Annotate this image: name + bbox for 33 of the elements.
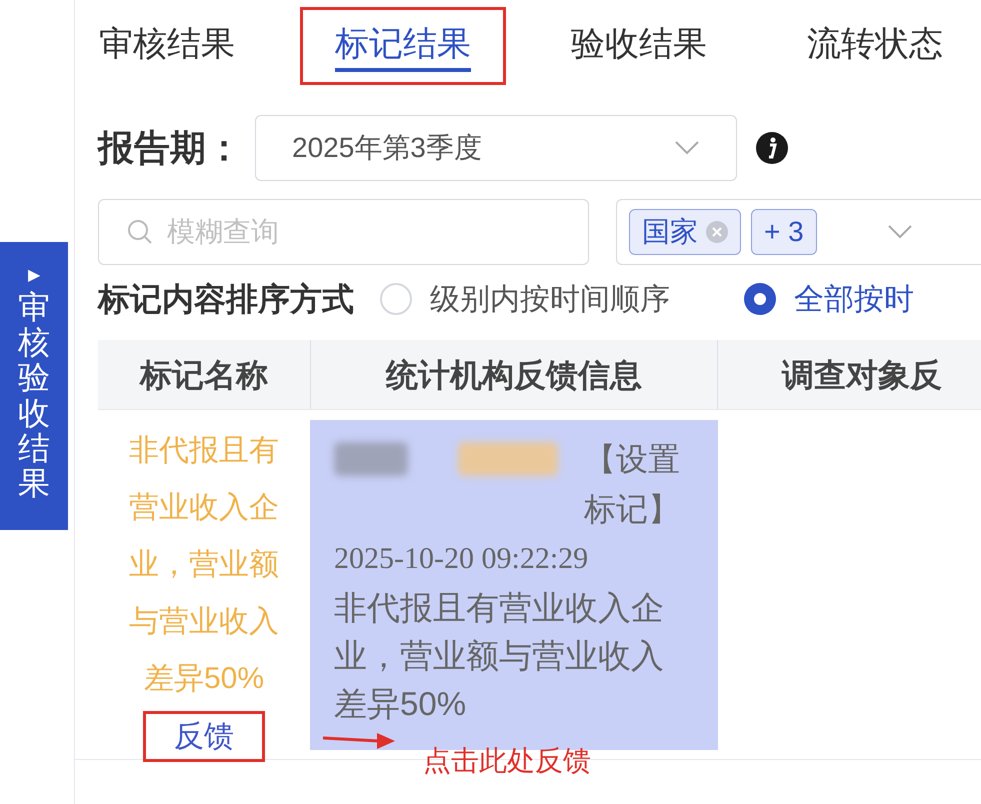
search-input[interactable]: 模糊查询 xyxy=(167,211,560,253)
column-header: 标记名称 xyxy=(140,356,268,394)
period-select[interactable]: 2025年第3季度 xyxy=(255,115,737,181)
search-icon xyxy=(127,219,153,245)
chevron-icon xyxy=(886,224,913,240)
arrow-annotation xyxy=(323,730,395,750)
side-tab-label: 审核验收结果 xyxy=(18,290,50,502)
more-count[interactable]: + 3 xyxy=(751,209,817,255)
side-tab[interactable]: ▶ 审核验收结果 xyxy=(0,242,68,530)
tab[interactable]: 验收结果 xyxy=(536,7,742,85)
feedback-link[interactable]: 反馈 xyxy=(143,711,265,762)
sort-option[interactable]: 级别内按时间顺序 xyxy=(380,276,670,322)
report-period-label: 报告期： xyxy=(98,126,243,170)
tab[interactable]: 流转状态 xyxy=(772,7,978,85)
tab[interactable]: 审核结果 xyxy=(75,7,270,85)
chevron-icon xyxy=(674,140,700,156)
expand-arrow: ▶ xyxy=(28,266,40,286)
callout-text: 点击此处反馈 xyxy=(423,744,591,778)
sort-option[interactable]: 全部按时 xyxy=(744,276,914,322)
operation-text: 【设置标记】 xyxy=(584,440,681,529)
column-header: 调查对象反 xyxy=(782,356,942,394)
info-icon[interactable] xyxy=(755,131,789,165)
mark-name: 非代报且有营业收入企业，营业额与营业收入差异50% xyxy=(128,433,280,697)
sort-label: 标记内容排序方式 xyxy=(98,280,354,319)
filter-tag[interactable]: 国家 xyxy=(629,209,741,255)
radio-button[interactable] xyxy=(380,283,412,315)
feedback-message: 非代报且有营业收入企业，营业额与营业收入差异50% xyxy=(334,588,665,724)
radio-button[interactable] xyxy=(744,283,776,315)
search-field[interactable]: 模糊查询 xyxy=(98,199,589,265)
feedback-time: 2025-10-20 09:22:29 xyxy=(334,541,590,577)
tab[interactable]: 标记结果 xyxy=(300,7,506,85)
filter-select[interactable]: 国家 + 3 xyxy=(616,199,981,265)
column-header: 统计机构反馈信息 xyxy=(386,356,642,394)
